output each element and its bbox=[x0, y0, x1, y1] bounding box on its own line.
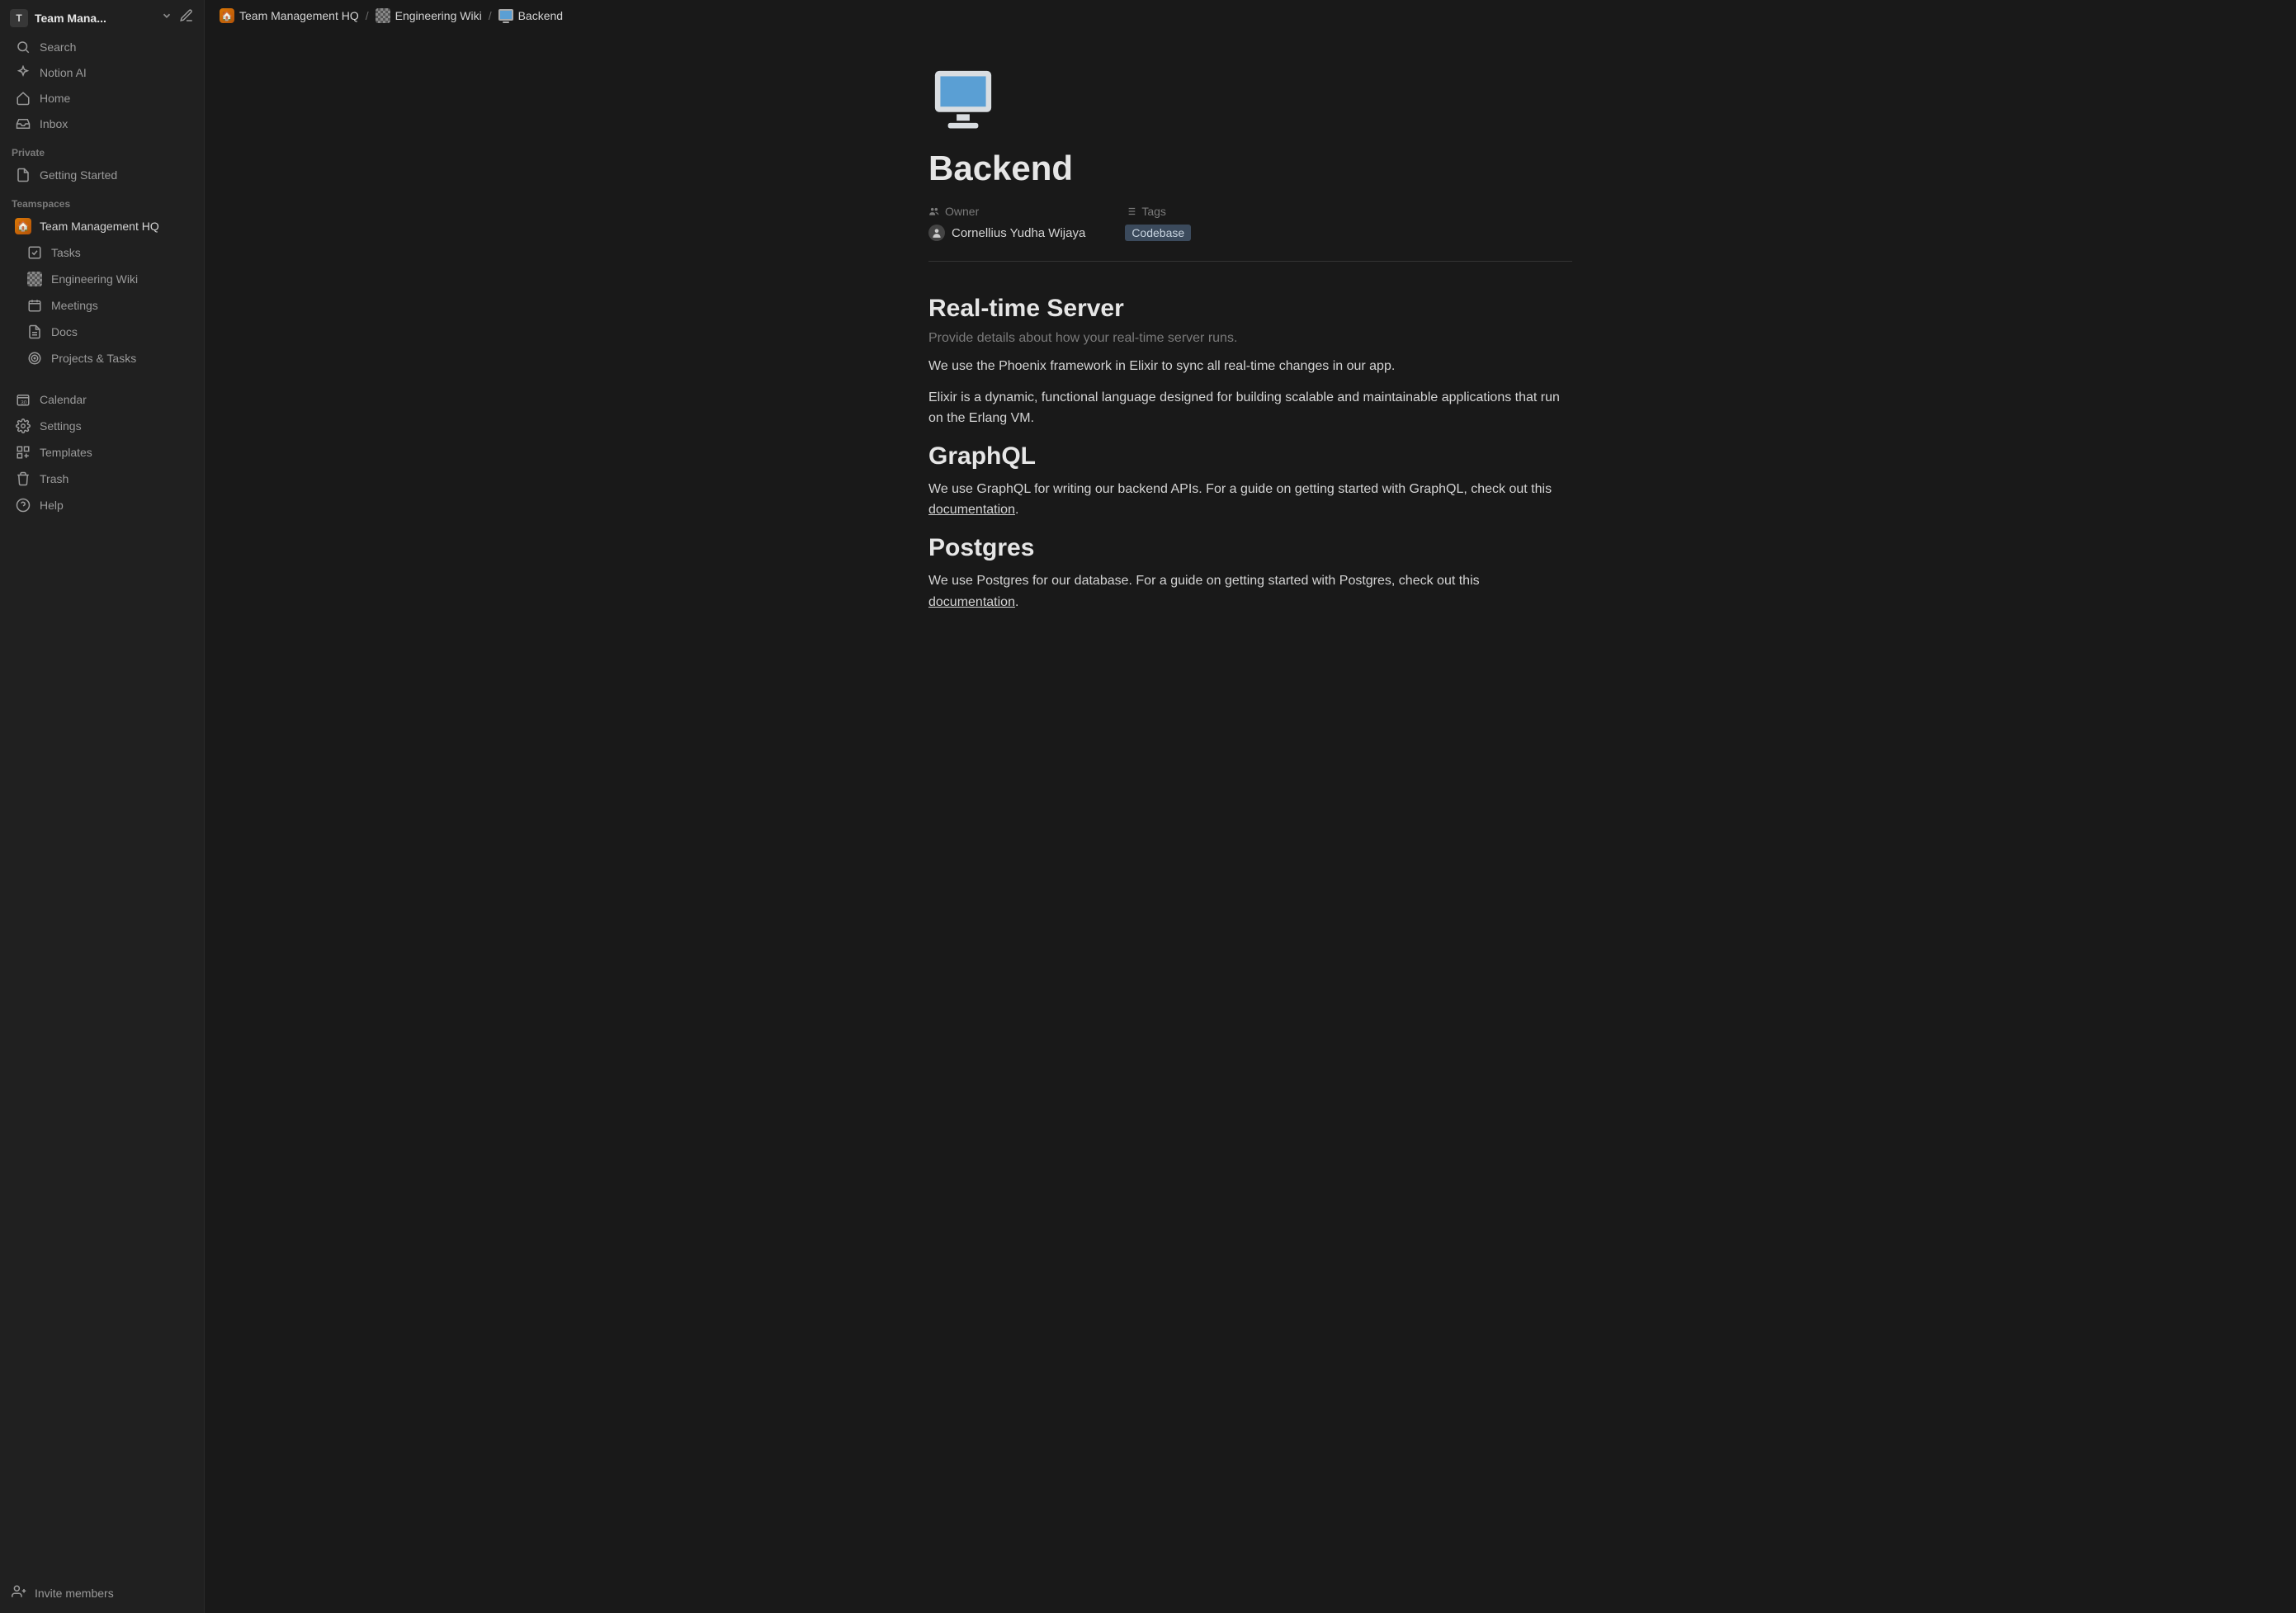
teamspaces-section-label: Teamspaces bbox=[0, 188, 204, 213]
owner-name: Cornellius Yudha Wijaya bbox=[952, 226, 1085, 240]
breadcrumb-item-wiki[interactable]: Engineering Wiki bbox=[376, 8, 482, 23]
page-properties: Owner Cornellius Yudha Wijaya Tags Codeb… bbox=[928, 205, 1572, 262]
invite-members[interactable]: Invite members bbox=[0, 1578, 204, 1608]
inbox-nav[interactable]: Inbox bbox=[3, 111, 201, 136]
section-paragraph[interactable]: We use Postgres for our database. For a … bbox=[928, 570, 1572, 613]
trash-icon bbox=[15, 471, 31, 487]
calendar-icon bbox=[26, 297, 43, 314]
property-value: Codebase bbox=[1125, 225, 1191, 241]
property-label: Owner bbox=[928, 205, 1085, 218]
people-icon bbox=[928, 206, 940, 217]
target-icon bbox=[26, 350, 43, 367]
sidebar-item-projects[interactable]: Projects & Tasks bbox=[3, 346, 201, 371]
section-paragraph[interactable]: Elixir is a dynamic, functional language… bbox=[928, 387, 1572, 429]
sidebar-item-label: Engineering Wiki bbox=[51, 272, 138, 286]
chevron-down-icon bbox=[161, 10, 172, 26]
invite-icon bbox=[12, 1584, 26, 1601]
calendar-nav[interactable]: 30 Calendar bbox=[3, 387, 201, 412]
section-heading-realtime[interactable]: Real-time Server bbox=[928, 295, 1572, 323]
page-body: Backend Owner Cornellius Yudha Wijaya Ta… bbox=[879, 31, 1622, 688]
page-title[interactable]: Backend bbox=[928, 149, 1572, 188]
property-label: Tags bbox=[1125, 205, 1191, 218]
sidebar: T Team Mana... Search Notion AI Home Inb… bbox=[0, 0, 205, 1613]
breadcrumb-item-backend[interactable]: Backend bbox=[498, 9, 563, 23]
sidebar-item-tasks[interactable]: Tasks bbox=[3, 240, 201, 265]
breadcrumb-label: Backend bbox=[518, 9, 563, 22]
list-icon bbox=[1125, 206, 1136, 217]
breadcrumb: 🏠 Team Management HQ / Engineering Wiki … bbox=[205, 0, 2296, 31]
sidebar-item-label: Meetings bbox=[51, 299, 98, 312]
breadcrumb-label: Engineering Wiki bbox=[395, 9, 482, 22]
sidebar-item-label: Getting Started bbox=[40, 168, 117, 182]
documentation-link[interactable]: documentation bbox=[928, 595, 1015, 609]
templates-icon bbox=[15, 444, 31, 461]
section-heading-postgres[interactable]: Postgres bbox=[928, 534, 1572, 562]
search-icon bbox=[15, 39, 31, 55]
page-icon bbox=[15, 167, 31, 183]
house-icon: 🏠 bbox=[220, 8, 234, 23]
property-value: Cornellius Yudha Wijaya bbox=[928, 225, 1085, 241]
nav-label: Trash bbox=[40, 472, 69, 485]
breadcrumb-separator: / bbox=[366, 9, 369, 22]
nav-label: Calendar bbox=[40, 393, 87, 406]
ai-nav[interactable]: Notion AI bbox=[3, 60, 201, 85]
breadcrumb-item-hq[interactable]: 🏠 Team Management HQ bbox=[220, 8, 359, 23]
inbox-icon bbox=[15, 116, 31, 132]
nav-label: Notion AI bbox=[40, 66, 87, 79]
sidebar-item-label: Projects & Tasks bbox=[51, 352, 136, 365]
section-paragraph[interactable]: We use the Phoenix framework in Elixir t… bbox=[928, 356, 1572, 377]
workspace-badge: T bbox=[10, 9, 28, 27]
help-icon bbox=[15, 497, 31, 513]
nav-label: Home bbox=[40, 92, 70, 105]
page-icon bbox=[26, 324, 43, 340]
invite-label: Invite members bbox=[35, 1587, 114, 1600]
templates-nav[interactable]: Templates bbox=[3, 440, 201, 465]
workspace-name: Team Mana... bbox=[35, 12, 154, 25]
section-heading-graphql[interactable]: GraphQL bbox=[928, 442, 1572, 471]
sidebar-item-getting-started[interactable]: Getting Started bbox=[3, 163, 201, 187]
house-icon: 🏠 bbox=[15, 218, 31, 234]
svg-text:30: 30 bbox=[21, 400, 27, 405]
wiki-icon bbox=[376, 8, 390, 23]
sidebar-item-team-hq[interactable]: 🏠 Team Management HQ bbox=[3, 214, 201, 239]
home-nav[interactable]: Home bbox=[3, 86, 201, 111]
documentation-link[interactable]: documentation bbox=[928, 503, 1015, 517]
property-owner[interactable]: Owner Cornellius Yudha Wijaya bbox=[928, 205, 1085, 241]
nav-label: Templates bbox=[40, 446, 92, 459]
sidebar-item-engineering-wiki[interactable]: Engineering Wiki bbox=[3, 267, 201, 291]
calendar-icon: 30 bbox=[15, 391, 31, 408]
trash-nav[interactable]: Trash bbox=[3, 466, 201, 491]
workspace-switcher[interactable]: T Team Mana... bbox=[0, 5, 204, 34]
sidebar-top-nav: Search Notion AI Home Inbox bbox=[0, 34, 204, 137]
sidebar-item-label: Team Management HQ bbox=[40, 220, 159, 233]
search-nav[interactable]: Search bbox=[3, 35, 201, 59]
sparkle-icon bbox=[15, 64, 31, 81]
property-tags[interactable]: Tags Codebase bbox=[1125, 205, 1191, 241]
nav-label: Search bbox=[40, 40, 76, 54]
compose-icon[interactable] bbox=[179, 8, 194, 27]
home-icon bbox=[15, 90, 31, 106]
gear-icon bbox=[15, 418, 31, 434]
wiki-icon bbox=[26, 271, 43, 287]
private-section-label: Private bbox=[0, 137, 204, 162]
breadcrumb-separator: / bbox=[489, 9, 492, 22]
sidebar-item-meetings[interactable]: Meetings bbox=[3, 293, 201, 318]
sidebar-item-docs[interactable]: Docs bbox=[3, 319, 201, 344]
nav-label: Inbox bbox=[40, 117, 68, 130]
checkbox-icon bbox=[26, 244, 43, 261]
breadcrumb-label: Team Management HQ bbox=[239, 9, 359, 22]
nav-label: Help bbox=[40, 499, 64, 512]
section-subtitle[interactable]: Provide details about how your real-time… bbox=[928, 331, 1572, 346]
section-paragraph[interactable]: We use GraphQL for writing our backend A… bbox=[928, 479, 1572, 521]
nav-label: Settings bbox=[40, 419, 82, 433]
settings-nav[interactable]: Settings bbox=[3, 414, 201, 438]
monitor-icon bbox=[498, 9, 513, 23]
help-nav[interactable]: Help bbox=[3, 493, 201, 518]
sidebar-item-label: Tasks bbox=[51, 246, 81, 259]
tag-codebase[interactable]: Codebase bbox=[1125, 225, 1191, 241]
avatar bbox=[928, 225, 945, 241]
sidebar-item-label: Docs bbox=[51, 325, 78, 338]
main-content: 🏠 Team Management HQ / Engineering Wiki … bbox=[205, 0, 2296, 1613]
page-icon-monitor[interactable] bbox=[928, 64, 998, 134]
